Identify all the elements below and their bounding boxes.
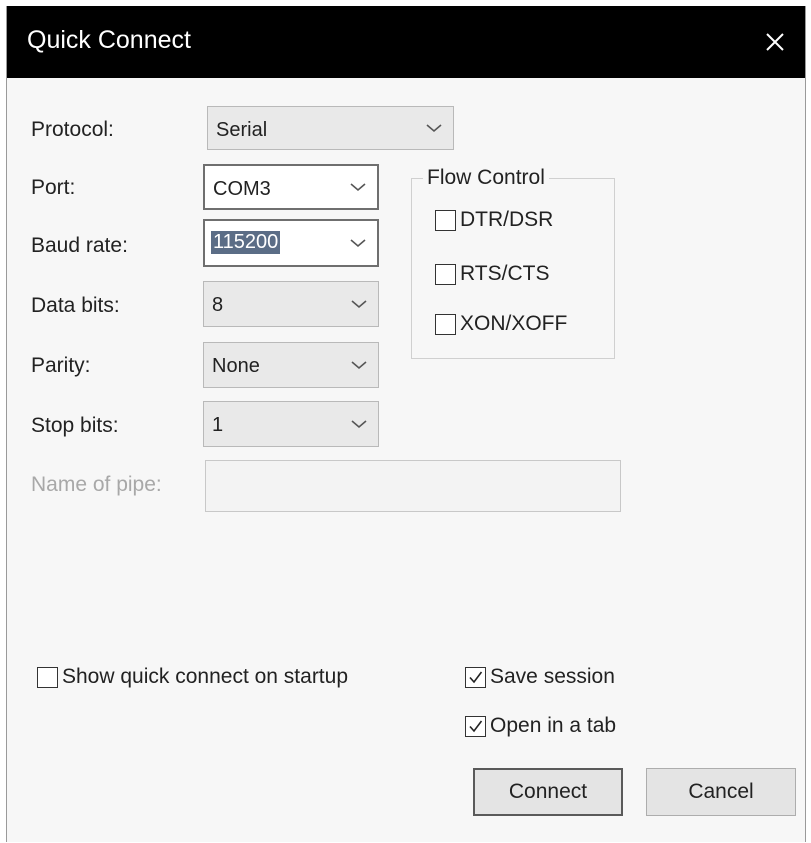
close-button[interactable] — [745, 6, 805, 78]
stop-bits-value: 1 — [212, 414, 224, 436]
rts-cts-label: RTS/CTS — [460, 262, 550, 285]
checkbox-box — [435, 313, 456, 335]
stop-bits-label: Stop bits: — [31, 414, 119, 437]
parity-value: None — [212, 355, 260, 377]
save-session-checkbox[interactable]: Save session — [465, 665, 615, 689]
port-value: COM3 — [213, 178, 271, 200]
rts-cts-checkbox[interactable]: RTS/CTS — [435, 262, 549, 286]
baud-rate-label: Baud rate: — [31, 234, 128, 257]
show-on-startup-label: Show quick connect on startup — [62, 665, 349, 688]
data-bits-value: 8 — [212, 294, 224, 316]
checkbox-box — [465, 715, 486, 737]
checkbox-box — [465, 666, 486, 688]
checkmark-icon — [469, 720, 483, 732]
parity-label: Parity: — [31, 354, 91, 377]
cancel-button[interactable]: Cancel — [646, 768, 796, 816]
chevron-down-icon — [350, 183, 366, 192]
protocol-label: Protocol: — [31, 118, 114, 141]
name-of-pipe-input[interactable] — [205, 460, 621, 512]
data-bits-dropdown[interactable]: 8 — [203, 281, 379, 327]
checkbox-box — [435, 263, 456, 285]
save-session-label: Save session — [490, 665, 615, 688]
show-on-startup-checkbox[interactable]: Show quick connect on startup — [37, 665, 348, 689]
data-bits-label: Data bits: — [31, 294, 120, 317]
protocol-dropdown[interactable]: Serial — [207, 106, 454, 150]
dtr-dsr-label: DTR/DSR — [460, 208, 554, 231]
parity-dropdown[interactable]: None — [203, 342, 379, 388]
port-label: Port: — [31, 176, 76, 199]
checkmark-icon — [469, 671, 483, 683]
xon-xoff-label: XON/XOFF — [460, 312, 568, 335]
open-in-tab-label: Open in a tab — [490, 714, 617, 737]
quick-connect-dialog: Quick Connect Protocol: Serial Port: COM… — [6, 6, 806, 842]
name-of-pipe-label: Name of pipe: — [31, 473, 162, 496]
chevron-down-icon — [351, 361, 367, 370]
checkbox-box — [37, 666, 58, 688]
port-combobox[interactable]: COM3 — [203, 164, 379, 210]
xon-xoff-checkbox[interactable]: XON/XOFF — [435, 312, 567, 336]
chevron-down-icon — [351, 300, 367, 309]
chevron-down-icon — [351, 420, 367, 429]
dtr-dsr-checkbox[interactable]: DTR/DSR — [435, 208, 553, 232]
protocol-value: Serial — [216, 119, 268, 141]
title-bar: Quick Connect — [7, 6, 805, 78]
close-icon — [766, 33, 784, 51]
window-title: Quick Connect — [27, 26, 191, 54]
connect-button[interactable]: Connect — [473, 768, 623, 816]
open-in-tab-checkbox[interactable]: Open in a tab — [465, 714, 616, 738]
baud-rate-value: 115200 — [211, 231, 281, 254]
baud-rate-combobox[interactable]: 115200 — [203, 219, 379, 267]
chevron-down-icon — [426, 124, 442, 133]
checkbox-box — [435, 209, 456, 231]
chevron-down-icon — [350, 239, 366, 248]
stop-bits-dropdown[interactable]: 1 — [203, 401, 379, 447]
flow-control-title: Flow Control — [423, 166, 549, 190]
